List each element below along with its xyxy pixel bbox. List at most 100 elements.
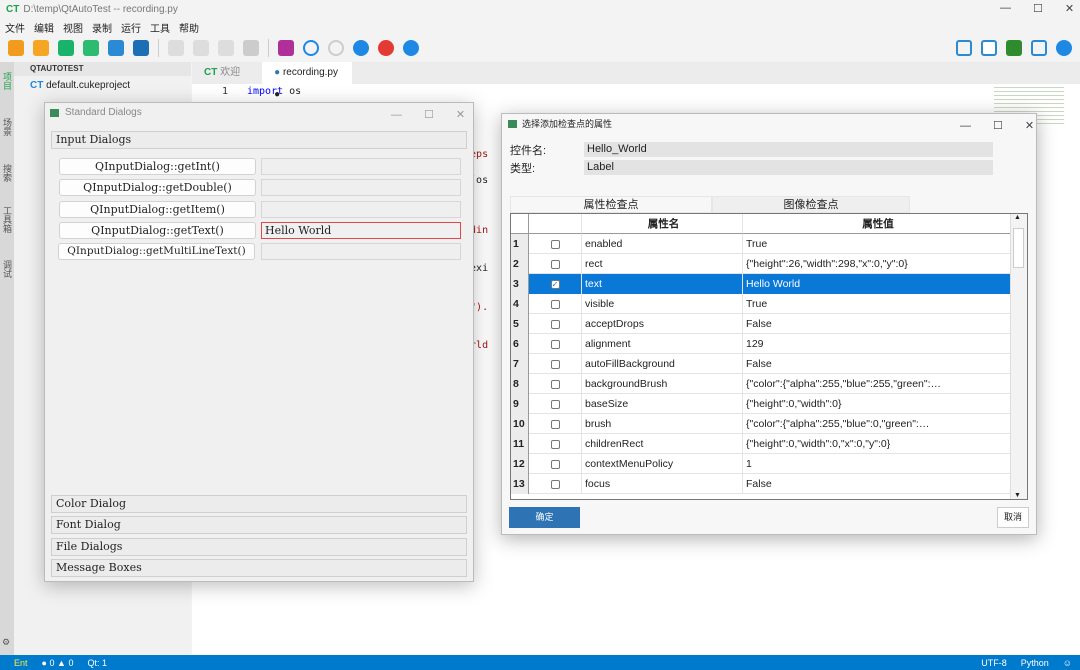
table-row[interactable]: 3 ✓ text Hello World xyxy=(511,274,1011,294)
checkbox[interactable] xyxy=(550,459,560,469)
table-row[interactable]: 4 visible True xyxy=(511,294,1011,314)
new-icon[interactable] xyxy=(8,40,24,56)
code-line[interactable]: import os xyxy=(247,86,301,97)
checkbox[interactable] xyxy=(550,359,560,369)
row-checkbox-cell[interactable] xyxy=(529,374,582,394)
table-row[interactable]: 13 focus False xyxy=(511,474,1011,494)
get-int-button[interactable]: QInputDialog::getInt() xyxy=(59,158,256,175)
table-scrollbar[interactable]: ▲ ▼ xyxy=(1010,214,1027,499)
object-model-icon[interactable] xyxy=(981,40,997,56)
menu-record[interactable]: 录制 xyxy=(92,20,112,35)
message-boxes-group[interactable]: Message Boxes xyxy=(51,559,467,577)
minimize-button[interactable]: — xyxy=(391,105,402,125)
maximize-button[interactable]: ☐ xyxy=(993,116,1003,136)
menu-run[interactable]: 运行 xyxy=(121,20,141,35)
table-row[interactable]: 1 enabled True xyxy=(511,234,1011,254)
row-checkbox-cell[interactable] xyxy=(529,314,582,334)
feedback-icon[interactable]: ☺ xyxy=(1063,658,1072,668)
row-checkbox-cell[interactable] xyxy=(529,434,582,454)
table-row[interactable]: 8 backgroundBrush {"color":{"alpha":255,… xyxy=(511,374,1011,394)
checkbox[interactable] xyxy=(550,319,560,329)
checkbox[interactable] xyxy=(550,379,560,389)
menu-file[interactable]: 文件 xyxy=(5,20,25,35)
refresh-icon[interactable] xyxy=(403,40,419,56)
checkbox[interactable]: ✓ xyxy=(550,279,560,289)
checkbox[interactable] xyxy=(550,299,560,309)
layout-icon[interactable] xyxy=(1031,40,1047,56)
run-all-icon[interactable] xyxy=(168,40,184,56)
minimize-button[interactable]: — xyxy=(960,116,971,136)
help-icon[interactable] xyxy=(1056,40,1072,56)
checkbox[interactable] xyxy=(550,479,560,489)
open-file-icon[interactable] xyxy=(83,40,99,56)
side-tab-project[interactable]: 项目 xyxy=(2,72,12,90)
row-checkbox-cell[interactable] xyxy=(529,454,582,474)
table-row[interactable]: 2 rect {"height":26,"width":298,"x":0,"y… xyxy=(511,254,1011,274)
checkbox[interactable] xyxy=(550,399,560,409)
scroll-up-arrow[interactable]: ▲ xyxy=(1014,214,1021,221)
minimize-button[interactable]: — xyxy=(1000,2,1011,15)
record-stop-icon[interactable] xyxy=(378,40,394,56)
new-file-icon[interactable] xyxy=(58,40,74,56)
table-row[interactable]: 6 alignment 129 xyxy=(511,334,1011,354)
scroll-down-arrow[interactable]: ▼ xyxy=(1014,492,1021,499)
record-options-icon[interactable] xyxy=(328,40,344,56)
tab-recording[interactable]: ● recording.py ● xyxy=(262,62,353,100)
row-checkbox-cell[interactable] xyxy=(529,394,582,414)
table-row[interactable]: 5 acceptDrops False xyxy=(511,314,1011,334)
input-dialogs-group[interactable]: Input Dialogs xyxy=(51,131,467,149)
menu-help[interactable]: 帮助 xyxy=(179,20,199,35)
side-tab-toolbox[interactable]: 工具箱 xyxy=(2,206,12,233)
table-row[interactable]: 9 baseSize {"height":0,"width":0} xyxy=(511,394,1011,414)
row-checkbox-cell[interactable] xyxy=(529,414,582,434)
ok-button[interactable]: 确定 xyxy=(509,507,580,528)
package-icon[interactable] xyxy=(1006,40,1022,56)
table-row[interactable]: 10 brush {"color":{"alpha":255,"blue":0,… xyxy=(511,414,1011,434)
close-button[interactable]: ✕ xyxy=(1065,2,1074,15)
table-row[interactable]: 7 autoFillBackground False xyxy=(511,354,1011,374)
scroll-thumb[interactable] xyxy=(1013,228,1024,268)
checkbox[interactable] xyxy=(550,339,560,349)
get-item-button[interactable]: QInputDialog::getItem() xyxy=(59,201,256,218)
color-dialog-group[interactable]: Color Dialog xyxy=(51,495,467,513)
save-icon[interactable] xyxy=(108,40,124,56)
menu-edit[interactable]: 编辑 xyxy=(34,20,54,35)
close-button[interactable]: ✕ xyxy=(1025,116,1034,136)
row-checkbox-cell[interactable] xyxy=(529,234,582,254)
checkbox[interactable] xyxy=(550,439,560,449)
row-checkbox-cell[interactable] xyxy=(529,354,582,374)
row-checkbox-cell[interactable] xyxy=(529,474,582,494)
maximize-button[interactable]: ☐ xyxy=(1033,2,1043,15)
maximize-button[interactable]: ☐ xyxy=(424,105,434,125)
get-text-button[interactable]: QInputDialog::getText() xyxy=(59,222,256,239)
open-folder-icon[interactable] xyxy=(33,40,49,56)
menu-tools[interactable]: 工具 xyxy=(150,20,170,35)
get-multiline-text-button[interactable]: QInputDialog::getMultiLineText() xyxy=(58,243,255,260)
run-python-icon[interactable] xyxy=(218,40,234,56)
row-checkbox-cell[interactable] xyxy=(529,294,582,314)
device-icon[interactable] xyxy=(956,40,972,56)
get-double-button[interactable]: QInputDialog::getDouble() xyxy=(59,179,256,196)
side-tab-scene[interactable]: 场景 xyxy=(2,118,12,136)
status-mode[interactable]: Ent xyxy=(14,658,28,668)
status-encoding[interactable]: UTF-8 xyxy=(981,658,1007,668)
row-checkbox-cell[interactable] xyxy=(529,334,582,354)
checkbox[interactable] xyxy=(550,259,560,269)
step-icon[interactable] xyxy=(303,40,319,56)
table-row[interactable]: 11 childrenRect {"height":0,"width":0,"x… xyxy=(511,434,1011,454)
gear-icon[interactable]: ⚙ xyxy=(2,638,12,648)
side-tab-search[interactable]: 搜索 xyxy=(2,164,12,182)
file-dialogs-group[interactable]: File Dialogs xyxy=(51,538,467,556)
row-checkbox-cell[interactable]: ✓ xyxy=(529,274,582,294)
menu-view[interactable]: 视图 xyxy=(63,20,83,35)
save-all-icon[interactable] xyxy=(133,40,149,56)
run-feature-icon[interactable] xyxy=(193,40,209,56)
project-item[interactable]: CT default.cukeproject xyxy=(14,76,191,96)
stop-icon[interactable] xyxy=(243,40,259,56)
cancel-button[interactable]: 取消 xyxy=(997,507,1029,528)
row-checkbox-cell[interactable] xyxy=(529,254,582,274)
table-row[interactable]: 12 contextMenuPolicy 1 xyxy=(511,454,1011,474)
tab-property-checkpoint[interactable]: 属性检查点 xyxy=(510,196,712,213)
font-dialog-group[interactable]: Font Dialog xyxy=(51,516,467,534)
checkbox[interactable] xyxy=(550,239,560,249)
